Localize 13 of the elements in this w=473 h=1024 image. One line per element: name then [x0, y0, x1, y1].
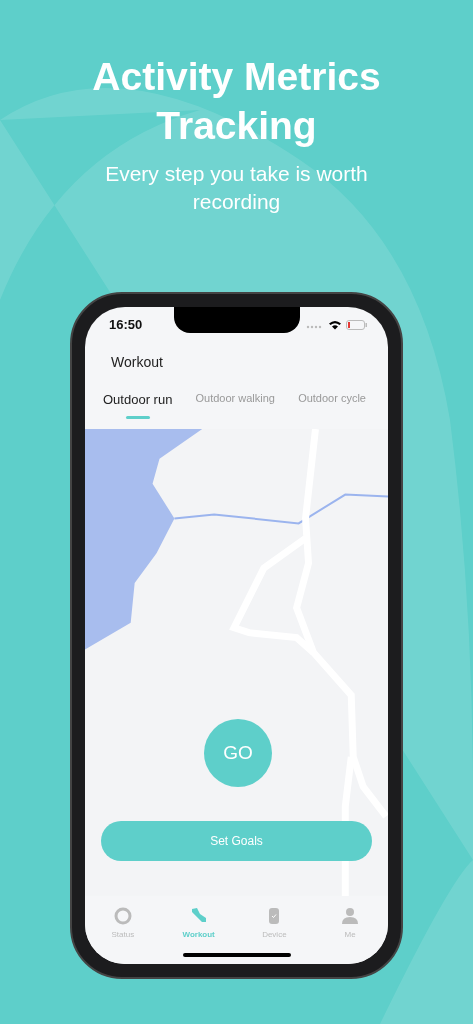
- screen-title: Workout: [110, 353, 164, 370]
- activity-type-tab[interactable]: Outdoor cycle: [298, 392, 366, 427]
- person-icon: [340, 905, 361, 926]
- headline: Activity Metrics Tracking: [91, 54, 382, 149]
- wifi-icon: [328, 319, 342, 330]
- activity-type-tab[interactable]: Outdoor walking: [195, 392, 275, 427]
- subtitle: Every step you take is worth recording: [104, 161, 369, 215]
- status-time: 16:50: [109, 317, 143, 332]
- battery-icon: [346, 319, 368, 330]
- set-goals-button[interactable]: Set Goals: [101, 821, 372, 861]
- activity-type-tab[interactable]: Outdoor run: [103, 392, 173, 427]
- ring-icon: [112, 905, 133, 926]
- nav-tab[interactable]: Workout: [168, 905, 229, 939]
